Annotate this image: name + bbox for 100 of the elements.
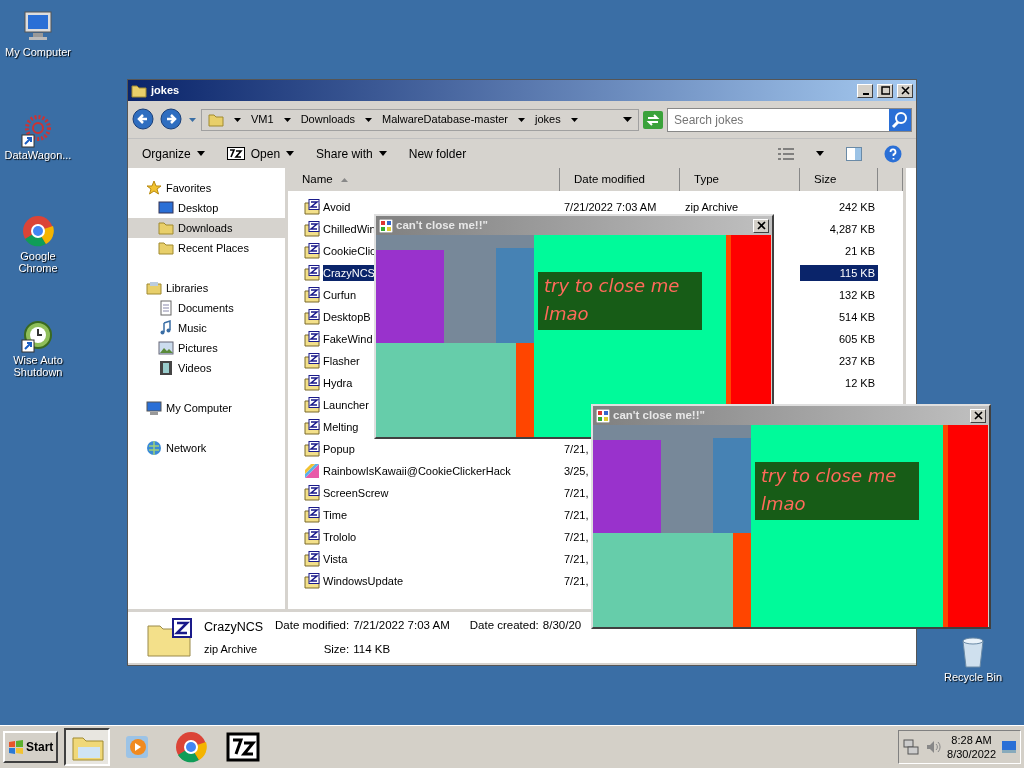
file-size: 132 KB	[837, 287, 876, 303]
file-name[interactable]: Melting	[323, 418, 359, 436]
file-name[interactable]: ChilledWin	[323, 220, 376, 238]
taskbar-button[interactable]	[64, 728, 111, 766]
file-size: 605 KB	[837, 331, 876, 347]
file-name[interactable]: FakeWind	[323, 330, 373, 348]
icon-label[interactable]: DataWagon...	[4, 149, 72, 162]
field-value: 8/30/20	[542, 618, 582, 634]
column-header[interactable]: Type	[680, 168, 800, 191]
nav-item[interactable]: Videos	[128, 358, 285, 378]
caret-icon[interactable]	[816, 151, 824, 156]
zip-file-icon	[146, 617, 192, 658]
caret-icon[interactable]	[234, 117, 241, 122]
zip-file-icon	[304, 397, 320, 413]
file-name[interactable]: Flasher	[323, 352, 360, 370]
toolbar-button[interactable]: Organize	[142, 144, 205, 163]
file-name[interactable]: CookieClic	[323, 242, 376, 260]
column-header[interactable]: Date modified	[560, 168, 680, 191]
window-title: jokes	[151, 83, 181, 99]
breadcrumb-item[interactable]: Downloads	[300, 111, 356, 128]
icon-label[interactable]: Wise Auto Shutdown	[0, 354, 76, 379]
maximize-button[interactable]	[877, 83, 893, 98]
toolbar-button[interactable]: New folder	[408, 144, 467, 163]
search-field[interactable]: Search jokes	[667, 107, 912, 132]
toolbar-button[interactable]: Share with	[316, 144, 387, 163]
zip-file-icon	[304, 199, 320, 215]
breadcrumb-item[interactable]: MalwareDatabase-master	[382, 111, 508, 128]
clock-date[interactable]: 8/30/2022	[947, 747, 996, 762]
file-name[interactable]: Hydra	[323, 374, 353, 392]
nav-item[interactable]: Recent Places	[128, 238, 285, 258]
file-name[interactable]: Vista	[323, 550, 348, 568]
preview-pane-icon[interactable]	[846, 146, 862, 161]
icon-label[interactable]: My Computer	[5, 46, 71, 59]
library-icon	[146, 280, 162, 296]
minimize-button[interactable]	[857, 83, 873, 98]
caret-icon[interactable]	[623, 117, 632, 122]
address-bar[interactable]: VM1 Downloads MalwareDatabase-master jokes	[201, 108, 639, 131]
file-date: 7/21,	[564, 530, 589, 543]
caret-icon[interactable]	[518, 117, 525, 122]
breadcrumb-item[interactable]: VM1	[251, 111, 274, 128]
column-header[interactable]: Size	[800, 168, 878, 191]
nav-item[interactable]: Documents	[128, 298, 285, 318]
file-name[interactable]: CrazyNCS	[323, 264, 377, 282]
file-name[interactable]: Avoid	[323, 198, 351, 216]
clock-icon[interactable]	[21, 318, 55, 354]
caret-icon[interactable]	[365, 117, 373, 122]
file-name[interactable]: Launcher	[323, 396, 369, 414]
nav-item[interactable]: Libraries	[128, 278, 285, 298]
seven-zip-icon	[226, 730, 261, 764]
refresh-button[interactable]	[643, 110, 663, 129]
toolbar-button[interactable]: Open	[226, 144, 295, 163]
file-type: zip Archive	[204, 641, 259, 657]
star-icon	[146, 180, 162, 196]
start-button[interactable]: Start	[3, 731, 59, 763]
nav-item[interactable]: My Computer	[128, 398, 285, 418]
close-button[interactable]	[897, 83, 913, 98]
zip-file-icon	[304, 221, 320, 237]
field-value: 114 KB	[353, 641, 392, 657]
file-date: 7/21,	[564, 442, 589, 455]
close-button[interactable]	[970, 408, 986, 423]
zip-file-icon	[304, 529, 320, 545]
help-icon[interactable]	[884, 144, 902, 163]
file-size: 21 KB	[844, 243, 876, 259]
nav-item[interactable]: Music	[128, 318, 285, 338]
file-name[interactable]: Curfun	[323, 286, 357, 304]
close-button[interactable]	[753, 218, 769, 233]
back-button[interactable]	[132, 107, 156, 132]
file-name[interactable]: Popup	[323, 440, 355, 458]
clock-time[interactable]: 8:28 AM	[951, 732, 992, 747]
nav-item[interactable]: Downloads	[128, 218, 285, 238]
dropdown-icon[interactable]	[188, 115, 197, 124]
file-name[interactable]: DesktopB	[323, 308, 371, 326]
close-icon	[756, 221, 766, 230]
nav-item[interactable]: Pictures	[128, 338, 285, 358]
nav-item[interactable]: Network	[128, 438, 285, 458]
view-options-icon[interactable]	[778, 146, 794, 161]
folder-icon	[158, 240, 174, 256]
caret-icon[interactable]	[283, 117, 291, 122]
search-icon[interactable]	[889, 108, 911, 131]
file-name[interactable]: ScreenScrew	[323, 484, 389, 502]
chrome-icon	[174, 730, 209, 764]
nav-item[interactable]: Favorites	[128, 178, 285, 198]
file-name[interactable]: Time	[323, 506, 348, 524]
file-name[interactable]: WindowsUpdate	[323, 572, 404, 590]
network-icon[interactable]	[903, 739, 920, 755]
caret-icon[interactable]	[570, 117, 578, 122]
close-icon	[900, 86, 910, 95]
field-label: Size:	[322, 641, 350, 657]
breadcrumb-item[interactable]: jokes	[535, 111, 561, 128]
zip-file-icon	[304, 551, 320, 567]
nav-item[interactable]: Desktop	[128, 198, 285, 218]
column-header[interactable]: Name	[288, 168, 560, 191]
forward-button[interactable]	[160, 107, 184, 132]
icon-label[interactable]: Recycle Bin	[943, 671, 1003, 684]
file-name[interactable]: RainbowIsKawaii@CookieClickerHack	[323, 462, 511, 480]
icon-label[interactable]: Google Chrome	[0, 250, 76, 275]
computer-icon	[146, 400, 162, 416]
message-label: try to close me lmao	[755, 462, 919, 520]
file-size: 4,287 KB	[828, 221, 876, 237]
file-name[interactable]: Trololo	[323, 528, 357, 546]
